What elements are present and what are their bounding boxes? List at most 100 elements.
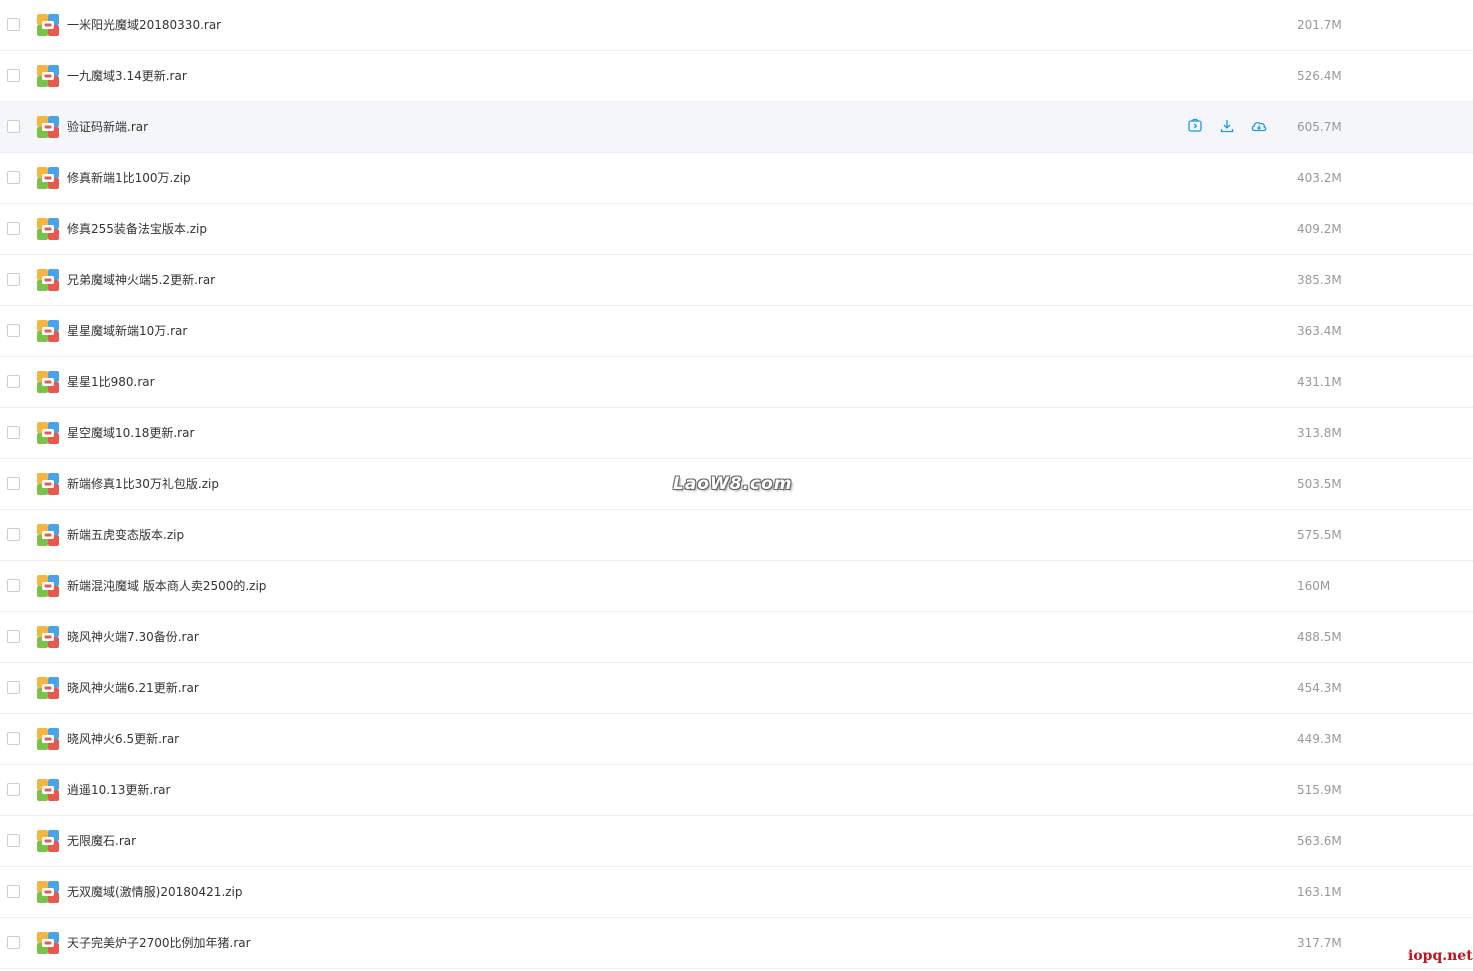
file-name[interactable]: 晓风神火端7.30备份.rar xyxy=(67,629,199,645)
file-name[interactable]: 无限魔石.rar xyxy=(67,833,136,849)
row-checkbox[interactable] xyxy=(7,171,20,184)
row-checkbox[interactable] xyxy=(7,69,20,82)
row-checkbox[interactable] xyxy=(7,426,20,439)
file-size: 160M xyxy=(1297,579,1331,593)
archive-file-icon xyxy=(37,473,59,495)
file-name[interactable]: 新端修真1比30万礼包版.zip xyxy=(67,476,219,492)
file-size: 163.1M xyxy=(1297,885,1342,899)
archive-file-icon xyxy=(37,167,59,189)
file-name[interactable]: 晓风神火6.5更新.rar xyxy=(67,731,179,747)
row-checkbox[interactable] xyxy=(7,273,20,286)
row-checkbox[interactable] xyxy=(7,936,20,949)
row-checkbox[interactable] xyxy=(7,18,20,31)
file-size: 201.7M xyxy=(1297,18,1342,32)
row-checkbox[interactable] xyxy=(7,783,20,796)
archive-file-icon xyxy=(37,218,59,240)
file-row[interactable]: 星星魔域新端10万.rar 363.4M xyxy=(0,306,1473,357)
row-checkbox[interactable] xyxy=(7,120,20,133)
file-row[interactable]: 天子完美炉子2700比例加年猪.rar 317.7M xyxy=(0,918,1473,969)
row-checkbox[interactable] xyxy=(7,681,20,694)
file-row[interactable]: 修真新端1比100万.zip 403.2M xyxy=(0,153,1473,204)
file-size: 563.6M xyxy=(1297,834,1342,848)
file-size: 313.8M xyxy=(1297,426,1342,440)
share-icon xyxy=(1187,118,1203,138)
archive-file-icon xyxy=(37,524,59,546)
row-checkbox[interactable] xyxy=(7,375,20,388)
archive-file-icon xyxy=(37,269,59,291)
archive-file-icon xyxy=(37,371,59,393)
file-row[interactable]: 一米阳光魔域20180330.rar 201.7M xyxy=(0,0,1473,51)
archive-file-icon xyxy=(37,116,59,138)
file-size: 515.9M xyxy=(1297,783,1342,797)
file-name[interactable]: 新端混沌魔域 版本商人卖2500的.zip xyxy=(67,578,266,594)
file-row[interactable]: 晓风神火端6.21更新.rar 454.3M xyxy=(0,663,1473,714)
cloud-save-icon xyxy=(1250,118,1268,138)
row-checkbox[interactable] xyxy=(7,324,20,337)
row-checkbox[interactable] xyxy=(7,630,20,643)
watermark-center: LaoW8.com xyxy=(673,474,793,494)
archive-file-icon xyxy=(37,932,59,954)
row-checkbox[interactable] xyxy=(7,732,20,745)
file-name[interactable]: 无双魔域(激情服)20180421.zip xyxy=(67,884,243,900)
row-checkbox[interactable] xyxy=(7,579,20,592)
archive-file-icon xyxy=(37,677,59,699)
row-checkbox[interactable] xyxy=(7,885,20,898)
file-name[interactable]: 一米阳光魔域20180330.rar xyxy=(67,17,221,33)
file-size: 317.7M xyxy=(1297,936,1342,950)
file-size: 385.3M xyxy=(1297,273,1342,287)
file-size: 449.3M xyxy=(1297,732,1342,746)
archive-file-icon xyxy=(37,320,59,342)
download-icon xyxy=(1219,118,1235,138)
file-row[interactable]: 星星1比980.rar 431.1M xyxy=(0,357,1473,408)
archive-file-icon xyxy=(37,65,59,87)
share-button[interactable] xyxy=(1186,118,1204,138)
file-name[interactable]: 新端五虎变态版本.zip xyxy=(67,527,184,543)
file-name[interactable]: 星星魔域新端10万.rar xyxy=(67,323,187,339)
file-size: 363.4M xyxy=(1297,324,1342,338)
archive-file-icon xyxy=(37,14,59,36)
file-name[interactable]: 修真新端1比100万.zip xyxy=(67,170,191,186)
file-name[interactable]: 晓风神火端6.21更新.rar xyxy=(67,680,199,696)
file-size: 409.2M xyxy=(1297,222,1342,236)
file-name[interactable]: 一九魔域3.14更新.rar xyxy=(67,68,187,84)
file-size: 403.2M xyxy=(1297,171,1342,185)
archive-file-icon xyxy=(37,575,59,597)
file-row[interactable]: 修真255装备法宝版本.zip 409.2M xyxy=(0,204,1473,255)
file-size: 431.1M xyxy=(1297,375,1342,389)
cloud-save-button[interactable] xyxy=(1250,119,1268,137)
archive-file-icon xyxy=(37,626,59,648)
file-name[interactable]: 星星1比980.rar xyxy=(67,374,155,390)
file-row[interactable]: 兄弟魔域神火端5.2更新.rar 385.3M xyxy=(0,255,1473,306)
file-row[interactable]: 新端混沌魔域 版本商人卖2500的.zip 160M xyxy=(0,561,1473,612)
download-button[interactable] xyxy=(1218,119,1236,137)
row-checkbox[interactable] xyxy=(7,222,20,235)
file-row[interactable]: 一九魔域3.14更新.rar 526.4M xyxy=(0,51,1473,102)
archive-file-icon xyxy=(37,728,59,750)
file-name[interactable]: 修真255装备法宝版本.zip xyxy=(67,221,207,237)
file-row[interactable]: 晓风神火端7.30备份.rar 488.5M xyxy=(0,612,1473,663)
file-row[interactable]: 无双魔域(激情服)20180421.zip 163.1M xyxy=(0,867,1473,918)
file-row[interactable]: 逍遥10.13更新.rar 515.9M xyxy=(0,765,1473,816)
row-checkbox[interactable] xyxy=(7,528,20,541)
watermark-corner: iopq.net xyxy=(1408,948,1473,964)
file-size: 575.5M xyxy=(1297,528,1342,542)
file-row[interactable]: 无限魔石.rar 563.6M xyxy=(0,816,1473,867)
file-row[interactable]: 新端五虎变态版本.zip 575.5M xyxy=(0,510,1473,561)
file-name[interactable]: 天子完美炉子2700比例加年猪.rar xyxy=(67,935,251,951)
file-name[interactable]: 逍遥10.13更新.rar xyxy=(67,782,170,798)
file-size: 526.4M xyxy=(1297,69,1342,83)
file-size: 605.7M xyxy=(1297,120,1342,134)
file-name[interactable]: 兄弟魔域神火端5.2更新.rar xyxy=(67,272,215,288)
file-name[interactable]: 星空魔域10.18更新.rar xyxy=(67,425,194,441)
file-name[interactable]: 验证码新端.rar xyxy=(67,119,148,135)
archive-file-icon xyxy=(37,830,59,852)
archive-file-icon xyxy=(37,881,59,903)
file-size: 454.3M xyxy=(1297,681,1342,695)
file-row[interactable]: 晓风神火6.5更新.rar 449.3M xyxy=(0,714,1473,765)
row-checkbox[interactable] xyxy=(7,834,20,847)
file-size: 503.5M xyxy=(1297,477,1342,491)
archive-file-icon xyxy=(37,422,59,444)
file-row[interactable]: 星空魔域10.18更新.rar 313.8M xyxy=(0,408,1473,459)
row-checkbox[interactable] xyxy=(7,477,20,490)
file-row[interactable]: 验证码新端.rar 605.7M xyxy=(0,102,1473,153)
